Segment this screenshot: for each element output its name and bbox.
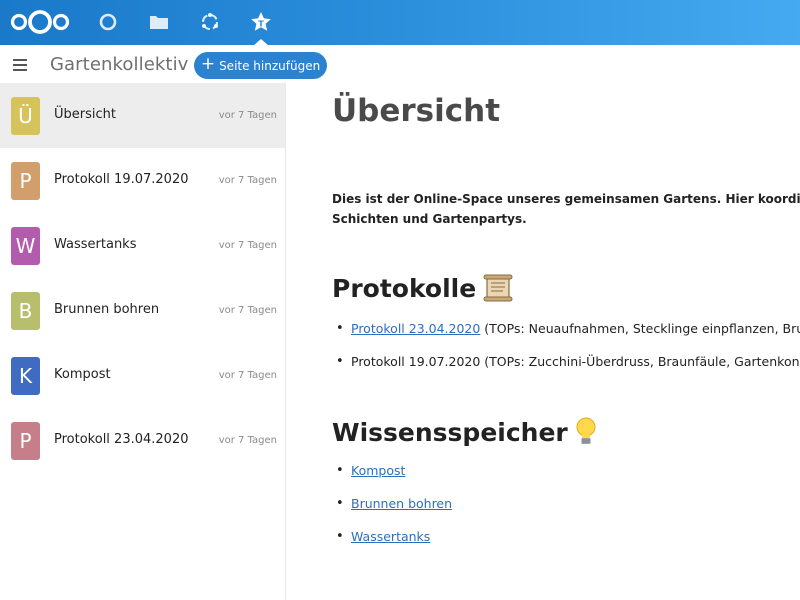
add-page-button[interactable]: + Seite hinzufügen — [194, 52, 327, 79]
list-item: Protokoll 23.04.2020 (TOPs: Neuaufnahmen… — [332, 319, 800, 352]
protokolle-list: Protokoll 23.04.2020 (TOPs: Neuaufnahmen… — [332, 319, 800, 385]
plus-icon: + — [200, 54, 216, 74]
wissen-link[interactable]: Wassertanks — [351, 529, 430, 544]
page-timestamp: vor 7 Tagen — [218, 240, 277, 251]
page-timestamp: vor 7 Tagen — [218, 435, 277, 446]
activity-icon[interactable] — [198, 10, 222, 34]
page-timestamp: vor 7 Tagen — [218, 175, 277, 186]
page-letter-icon: Ü — [11, 97, 40, 135]
menu-hamburger-icon[interactable] — [13, 59, 27, 71]
collectives-app-button[interactable]: T — [249, 10, 273, 46]
page-item-protokoll-23-04-2020[interactable]: P Protokoll 23.04.2020 vor 7 Tagen — [0, 408, 285, 473]
files-folder-icon[interactable] — [147, 10, 171, 34]
list-item-text: (TOPs: Neuaufnahmen, Stecklinge einpflan… — [480, 321, 800, 336]
list-item: Brunnen bohren — [332, 494, 452, 527]
lightbulb-icon — [576, 417, 596, 444]
page-item-protokoll-19-07-2020[interactable]: P Protokoll 19.07.2020 vor 7 Tagen — [0, 148, 285, 213]
page-timestamp: vor 7 Tagen — [218, 110, 277, 121]
intro-line: Schichten und Gartenpartys. — [332, 212, 527, 226]
intro-line: Dies ist der Online-Space unseres gemein… — [332, 192, 800, 206]
page-title: Brunnen bohren — [54, 302, 160, 317]
page-letter-icon: B — [11, 292, 40, 330]
page-item-brunnen-bohren[interactable]: B Brunnen bohren vor 7 Tagen — [0, 278, 285, 343]
section-heading-text: Wissensspeicher — [332, 417, 568, 447]
list-item: Kompost — [332, 461, 452, 494]
page-title: Wassertanks — [54, 237, 137, 252]
page-letter-icon: P — [11, 422, 40, 460]
list-item: Protokoll 19.07.2020 (TOPs: Zucchini-Übe… — [332, 352, 800, 385]
page-item-kompost[interactable]: K Kompost vor 7 Tagen — [0, 343, 285, 408]
section-heading-wissensspeicher: Wissensspeicher — [332, 416, 598, 448]
add-page-label: Seite hinzufügen — [219, 58, 321, 73]
page-content: Übersicht Dies ist der Online-Space unse… — [286, 83, 800, 600]
page-title: Protokoll 23.04.2020 — [54, 432, 189, 447]
page-letter-icon: K — [11, 357, 40, 395]
svg-text:T: T — [258, 20, 264, 29]
page-letter-icon: P — [11, 162, 40, 200]
list-item-text: Protokoll 19.07.2020 (TOPs: Zucchini-Übe… — [351, 354, 800, 369]
page-timestamp: vor 7 Tagen — [218, 370, 277, 381]
section-heading-protokolle: Protokolle — [332, 273, 514, 303]
page-letter-icon: W — [11, 227, 40, 265]
page-title: Protokoll 19.07.2020 — [54, 172, 189, 187]
intro-text: Dies ist der Online-Space unseres gemein… — [332, 189, 800, 229]
wissen-list: Kompost Brunnen bohren Wassertanks — [332, 461, 452, 560]
page-item-wassertanks[interactable]: W Wassertanks vor 7 Tagen — [0, 213, 285, 278]
list-item: Wassertanks — [332, 527, 452, 560]
page-title: Kompost — [54, 367, 111, 382]
nextcloud-logo[interactable] — [8, 9, 72, 35]
page-heading: Übersicht — [332, 93, 501, 129]
page-title: Übersicht — [54, 107, 116, 122]
star-icon: T — [251, 12, 271, 31]
protokoll-link[interactable]: Protokoll 23.04.2020 — [351, 321, 480, 336]
dashboard-circle-icon[interactable] — [96, 10, 120, 34]
page-item-uebersicht[interactable]: Ü Übersicht vor 7 Tagen — [0, 83, 285, 148]
page-timestamp: vor 7 Tagen — [218, 305, 277, 316]
section-heading-text: Protokolle — [332, 273, 477, 303]
page-list: Ü Übersicht vor 7 Tagen P Protokoll 19.0… — [0, 83, 286, 600]
wissen-link[interactable]: Brunnen bohren — [351, 496, 452, 511]
top-header: T — [0, 0, 800, 46]
scroll-icon — [483, 274, 513, 302]
wissen-link[interactable]: Kompost — [351, 463, 405, 478]
collective-title: Gartenkollektiv — [50, 54, 189, 75]
